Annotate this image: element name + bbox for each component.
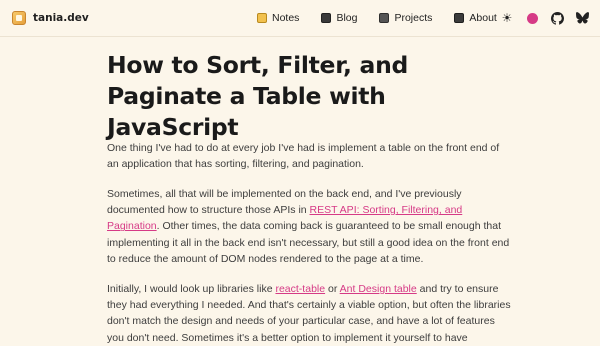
- color-dot-icon: [526, 12, 538, 24]
- bluesky-icon[interactable]: [575, 11, 589, 25]
- projects-icon: [379, 13, 390, 23]
- nav-item-label: Blog: [336, 12, 358, 24]
- brand-link[interactable]: tania.dev: [12, 11, 89, 25]
- sun-icon[interactable]: ☀: [500, 11, 514, 25]
- site-header: tania.dev Notes Blog Projects About ☀: [0, 0, 600, 36]
- nav-item-label: Notes: [272, 12, 300, 24]
- paragraph-text: . Other times, the data coming back is g…: [107, 220, 510, 265]
- article-paragraph: Sometimes, all that will be implemented …: [107, 186, 512, 267]
- nav-item-about[interactable]: About: [454, 12, 497, 24]
- article: How to Sort, Filter, and Paginate a Tabl…: [107, 50, 512, 344]
- ant-design-table-link[interactable]: Ant Design table: [340, 283, 417, 295]
- article-paragraph: One thing I've had to do at every job I'…: [107, 142, 500, 171]
- theme-color-button[interactable]: [525, 11, 539, 25]
- paragraph-text: or: [325, 283, 340, 295]
- site-logo-icon: [12, 11, 26, 25]
- nav-item-projects[interactable]: Projects: [379, 12, 432, 24]
- brand-name: tania.dev: [33, 12, 89, 24]
- header-actions: ☀: [500, 0, 589, 36]
- paragraph-text: Initially, I would look up libraries lik…: [107, 283, 276, 295]
- github-icon[interactable]: [550, 11, 564, 25]
- header-divider: [0, 36, 600, 37]
- notebook-icon: [257, 13, 267, 23]
- page-title: How to Sort, Filter, and Paginate a Tabl…: [107, 51, 409, 141]
- nav-item-notes[interactable]: Notes: [257, 12, 299, 24]
- blog-icon: [321, 13, 332, 23]
- nav-item-label: Projects: [394, 12, 433, 24]
- main-nav: Notes Blog Projects About: [257, 0, 497, 36]
- react-table-link[interactable]: react-table: [275, 283, 325, 295]
- article-paragraph: Initially, I would look up libraries lik…: [107, 281, 512, 346]
- nav-item-label: About: [469, 12, 497, 24]
- nav-item-blog[interactable]: Blog: [321, 12, 357, 24]
- about-icon: [454, 13, 465, 23]
